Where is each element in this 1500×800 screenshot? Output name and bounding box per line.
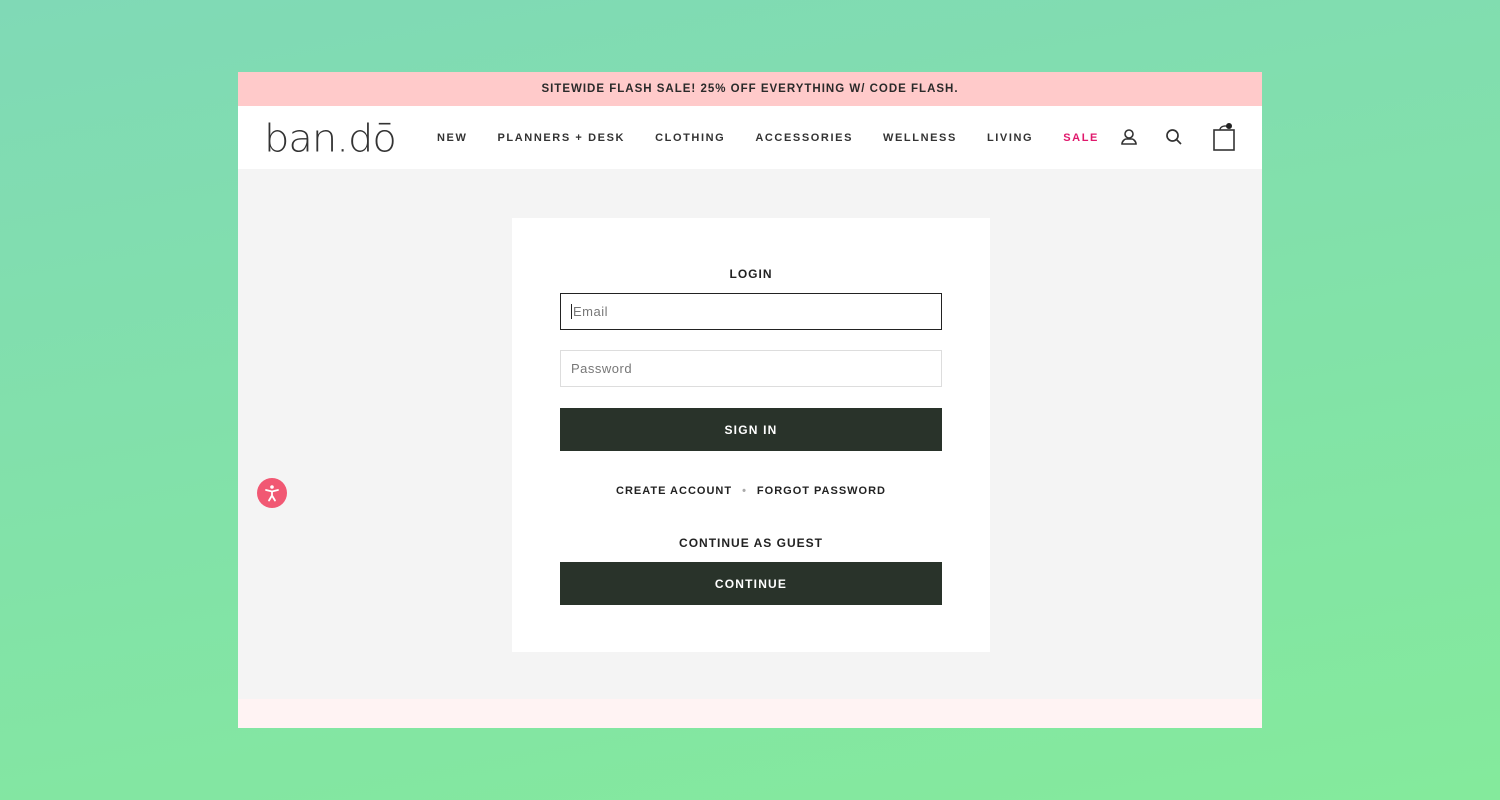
bando-logo[interactable]: ban.dō	[264, 117, 397, 161]
nav-clothing[interactable]: CLOTHING	[655, 132, 725, 144]
footer-strip	[238, 699, 1262, 728]
password-placeholder: Password	[571, 361, 633, 376]
main-content: LOGIN Email Password SIGN IN CREATE ACCO…	[238, 169, 1262, 699]
login-title: LOGIN	[729, 267, 773, 281]
guest-title: CONTINUE AS GUEST	[679, 536, 823, 550]
create-account-link[interactable]: CREATE ACCOUNT	[616, 485, 732, 497]
account-icon[interactable]	[1120, 128, 1138, 146]
browser-window: SITEWIDE FLASH SALE! 25% OFF EVERYTHING …	[238, 72, 1262, 728]
email-input[interactable]: Email	[560, 293, 942, 330]
separator-dot: •	[742, 485, 747, 497]
nav-living[interactable]: LIVING	[987, 132, 1033, 144]
promo-text: SITEWIDE FLASH SALE! 25% OFF EVERYTHING …	[541, 83, 959, 95]
nav-sale[interactable]: SALE	[1063, 132, 1099, 144]
account-links: CREATE ACCOUNT • FORGOT PASSWORD	[512, 485, 990, 497]
sign-in-button[interactable]: SIGN IN	[560, 408, 942, 451]
login-card: LOGIN Email Password SIGN IN CREATE ACCO…	[512, 218, 990, 652]
nav-wellness[interactable]: WELLNESS	[883, 132, 957, 144]
main-nav: NEW PLANNERS + DESK CLOTHING ACCESSORIES…	[437, 106, 1129, 169]
accessibility-icon	[265, 485, 279, 502]
nav-planners-desk[interactable]: PLANNERS + DESK	[497, 132, 625, 144]
nav-accessories[interactable]: ACCESSORIES	[755, 132, 853, 144]
accessibility-button[interactable]	[257, 478, 287, 508]
continue-button[interactable]: CONTINUE	[560, 562, 942, 605]
nav-new[interactable]: NEW	[437, 132, 467, 144]
promo-banner: SITEWIDE FLASH SALE! 25% OFF EVERYTHING …	[238, 72, 1262, 106]
forgot-password-link[interactable]: FORGOT PASSWORD	[757, 485, 886, 497]
site-header: ban.dō NEW PLANNERS + DESK CLOTHING ACCE…	[238, 106, 1262, 169]
cart-icon[interactable]	[1212, 122, 1236, 152]
email-placeholder: Email	[571, 304, 609, 319]
password-input[interactable]: Password	[560, 350, 942, 387]
search-icon[interactable]	[1165, 128, 1183, 146]
